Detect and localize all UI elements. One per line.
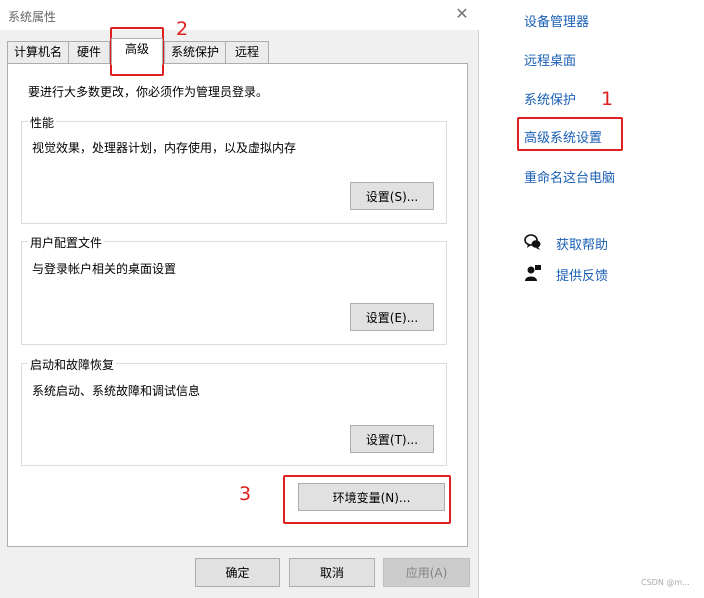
admin-notice: 要进行大多数更改，你必须作为管理员登录。 xyxy=(28,85,269,99)
performance-settings-button[interactable]: 设置(S)... xyxy=(350,182,434,210)
user-profiles-settings-button[interactable]: 设置(E)... xyxy=(350,303,434,331)
environment-variables-button[interactable]: 环境变量(N)... xyxy=(298,483,445,511)
link-remote-desktop[interactable]: 远程桌面 xyxy=(524,50,576,69)
title-bar: 系统属性 ✕ xyxy=(0,0,479,30)
annotation-number-2: 2 xyxy=(176,18,189,40)
cancel-button[interactable]: 取消 xyxy=(289,558,375,587)
link-give-feedback[interactable]: 提供反馈 xyxy=(556,265,608,284)
dialog-title: 系统属性 xyxy=(8,10,57,24)
link-device-manager[interactable]: 设备管理器 xyxy=(524,11,589,30)
tab-hardware[interactable]: 硬件 xyxy=(68,41,110,64)
annotation-number-3: 3 xyxy=(239,483,252,505)
user-profiles-desc: 与登录帐户相关的桌面设置 xyxy=(32,262,177,276)
performance-group: 性能 视觉效果，处理器计划，内存使用，以及虚拟内存 设置(S)... xyxy=(21,114,447,224)
link-advanced-system-settings[interactable]: 高级系统设置 xyxy=(524,127,602,146)
link-get-help[interactable]: 获取帮助 xyxy=(556,234,608,253)
link-rename-pc[interactable]: 重命名这台电脑 xyxy=(524,167,615,186)
feedback-person-icon xyxy=(525,265,541,281)
startup-recovery-group: 启动和故障恢复 系统启动、系统故障和调试信息 设置(T)... xyxy=(21,356,447,466)
tab-computer-name[interactable]: 计算机名 xyxy=(7,41,69,64)
close-icon[interactable]: ✕ xyxy=(452,4,472,24)
system-properties-dialog: 系统属性 ✕ 计算机名 硬件 高级 系统保护 远程 要进行大多数更改，你必须作为… xyxy=(0,0,479,598)
tab-strip: 计算机名 硬件 高级 系统保护 远程 xyxy=(7,38,467,65)
apply-button[interactable]: 应用(A) xyxy=(383,558,470,587)
tab-advanced[interactable]: 高级 xyxy=(111,38,163,65)
performance-desc: 视觉效果，处理器计划，内存使用，以及虚拟内存 xyxy=(32,141,297,155)
performance-title: 性能 xyxy=(28,114,57,131)
annotation-number-1: 1 xyxy=(601,88,614,110)
startup-recovery-desc: 系统启动、系统故障和调试信息 xyxy=(32,384,201,398)
user-profiles-title: 用户配置文件 xyxy=(28,234,105,251)
startup-recovery-title: 启动和故障恢复 xyxy=(28,356,117,373)
help-chat-icon xyxy=(524,234,541,250)
link-system-protection[interactable]: 系统保护 xyxy=(524,89,576,108)
tab-system-protection[interactable]: 系统保护 xyxy=(164,41,226,64)
startup-recovery-settings-button[interactable]: 设置(T)... xyxy=(350,425,434,453)
user-profiles-group: 用户配置文件 与登录帐户相关的桌面设置 设置(E)... xyxy=(21,234,447,345)
advanced-panel: 要进行大多数更改，你必须作为管理员登录。 性能 视觉效果，处理器计划，内存使用，… xyxy=(7,63,468,547)
tab-remote[interactable]: 远程 xyxy=(225,41,269,64)
watermark: CSDN @m... xyxy=(641,578,690,587)
ok-button[interactable]: 确定 xyxy=(195,558,280,587)
